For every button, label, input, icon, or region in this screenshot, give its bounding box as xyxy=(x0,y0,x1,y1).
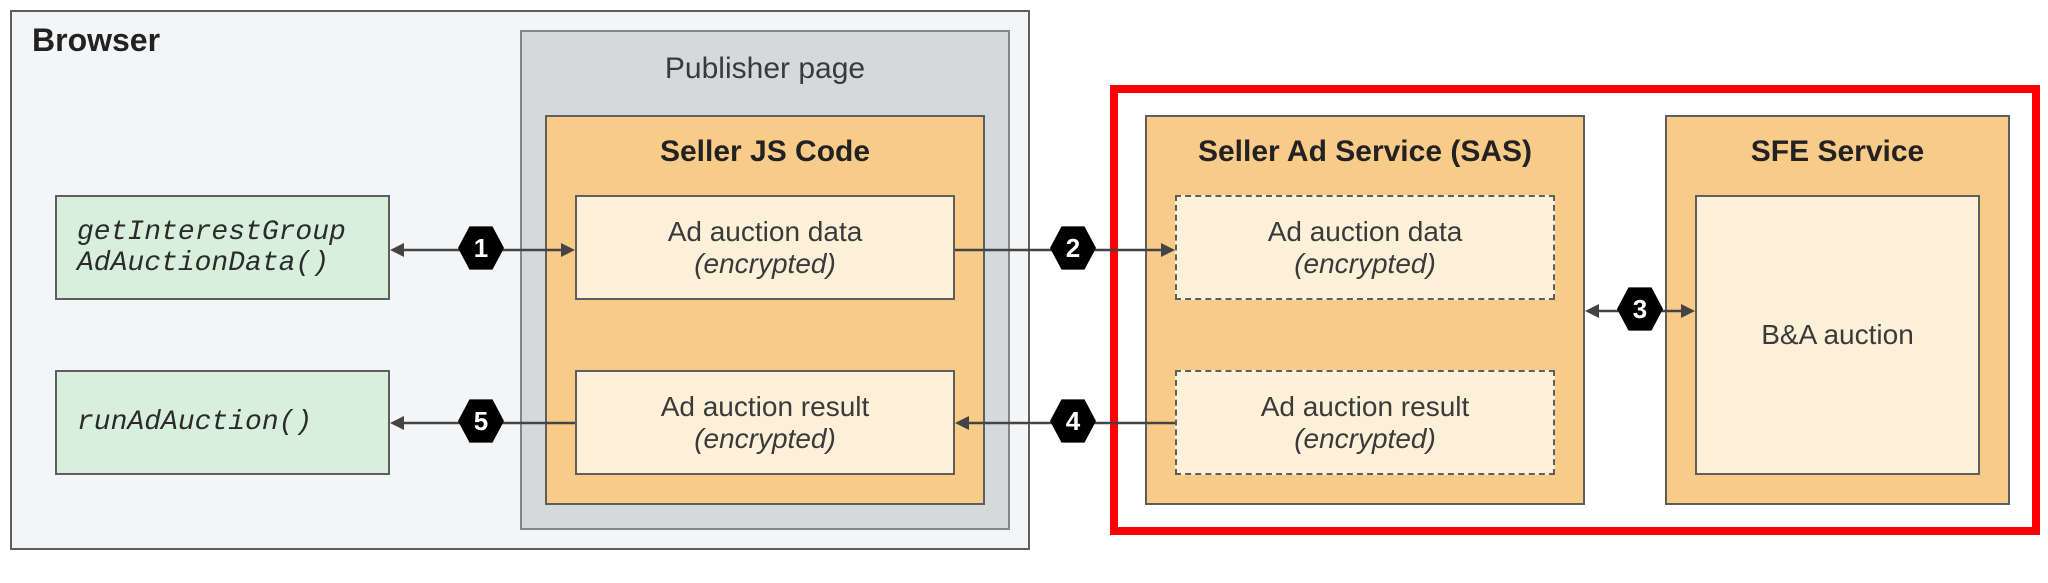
step-1-label: 1 xyxy=(474,233,488,264)
publisher-title: Publisher page xyxy=(522,52,1008,86)
seller-js-ad-result-line1: Ad auction result xyxy=(661,391,870,423)
api-get-label: getInterestGroup AdAuctionData() xyxy=(77,217,388,279)
sfe-body: B&A auction xyxy=(1695,195,1980,475)
sas-ad-result-line2: (encrypted) xyxy=(1294,423,1436,455)
seller-js-ad-data-line1: Ad auction data xyxy=(668,216,863,248)
seller-js-title: Seller JS Code xyxy=(547,135,983,169)
diagram-canvas: Browser Publisher page Seller JS Code Ad… xyxy=(0,0,2048,583)
seller-js-ad-data: Ad auction data (encrypted) xyxy=(575,195,955,300)
browser-title: Browser xyxy=(32,22,160,59)
api-run-label: runAdAuction() xyxy=(77,407,312,438)
step-4-badge: 4 xyxy=(1050,398,1096,444)
seller-js-ad-data-line2: (encrypted) xyxy=(694,248,836,280)
step-5-label: 5 xyxy=(474,406,488,437)
sas-ad-result: Ad auction result (encrypted) xyxy=(1175,370,1555,475)
sas-ad-data: Ad auction data (encrypted) xyxy=(1175,195,1555,300)
seller-js-ad-result: Ad auction result (encrypted) xyxy=(575,370,955,475)
sfe-body-text: B&A auction xyxy=(1761,319,1914,351)
sas-ad-result-line1: Ad auction result xyxy=(1261,391,1470,423)
sfe-title: SFE Service xyxy=(1667,135,2008,169)
sas-title: Seller Ad Service (SAS) xyxy=(1147,135,1583,169)
sas-ad-data-line2: (encrypted) xyxy=(1294,248,1436,280)
step-3-label: 3 xyxy=(1633,294,1647,325)
step-4-label: 4 xyxy=(1066,406,1080,437)
sas-ad-data-line1: Ad auction data xyxy=(1268,216,1463,248)
step-2-label: 2 xyxy=(1066,233,1080,264)
seller-js-ad-result-line2: (encrypted) xyxy=(694,423,836,455)
step-2-badge: 2 xyxy=(1050,225,1096,271)
api-run-ad-auction: runAdAuction() xyxy=(55,370,390,475)
api-get-interest-group: getInterestGroup AdAuctionData() xyxy=(55,195,390,300)
